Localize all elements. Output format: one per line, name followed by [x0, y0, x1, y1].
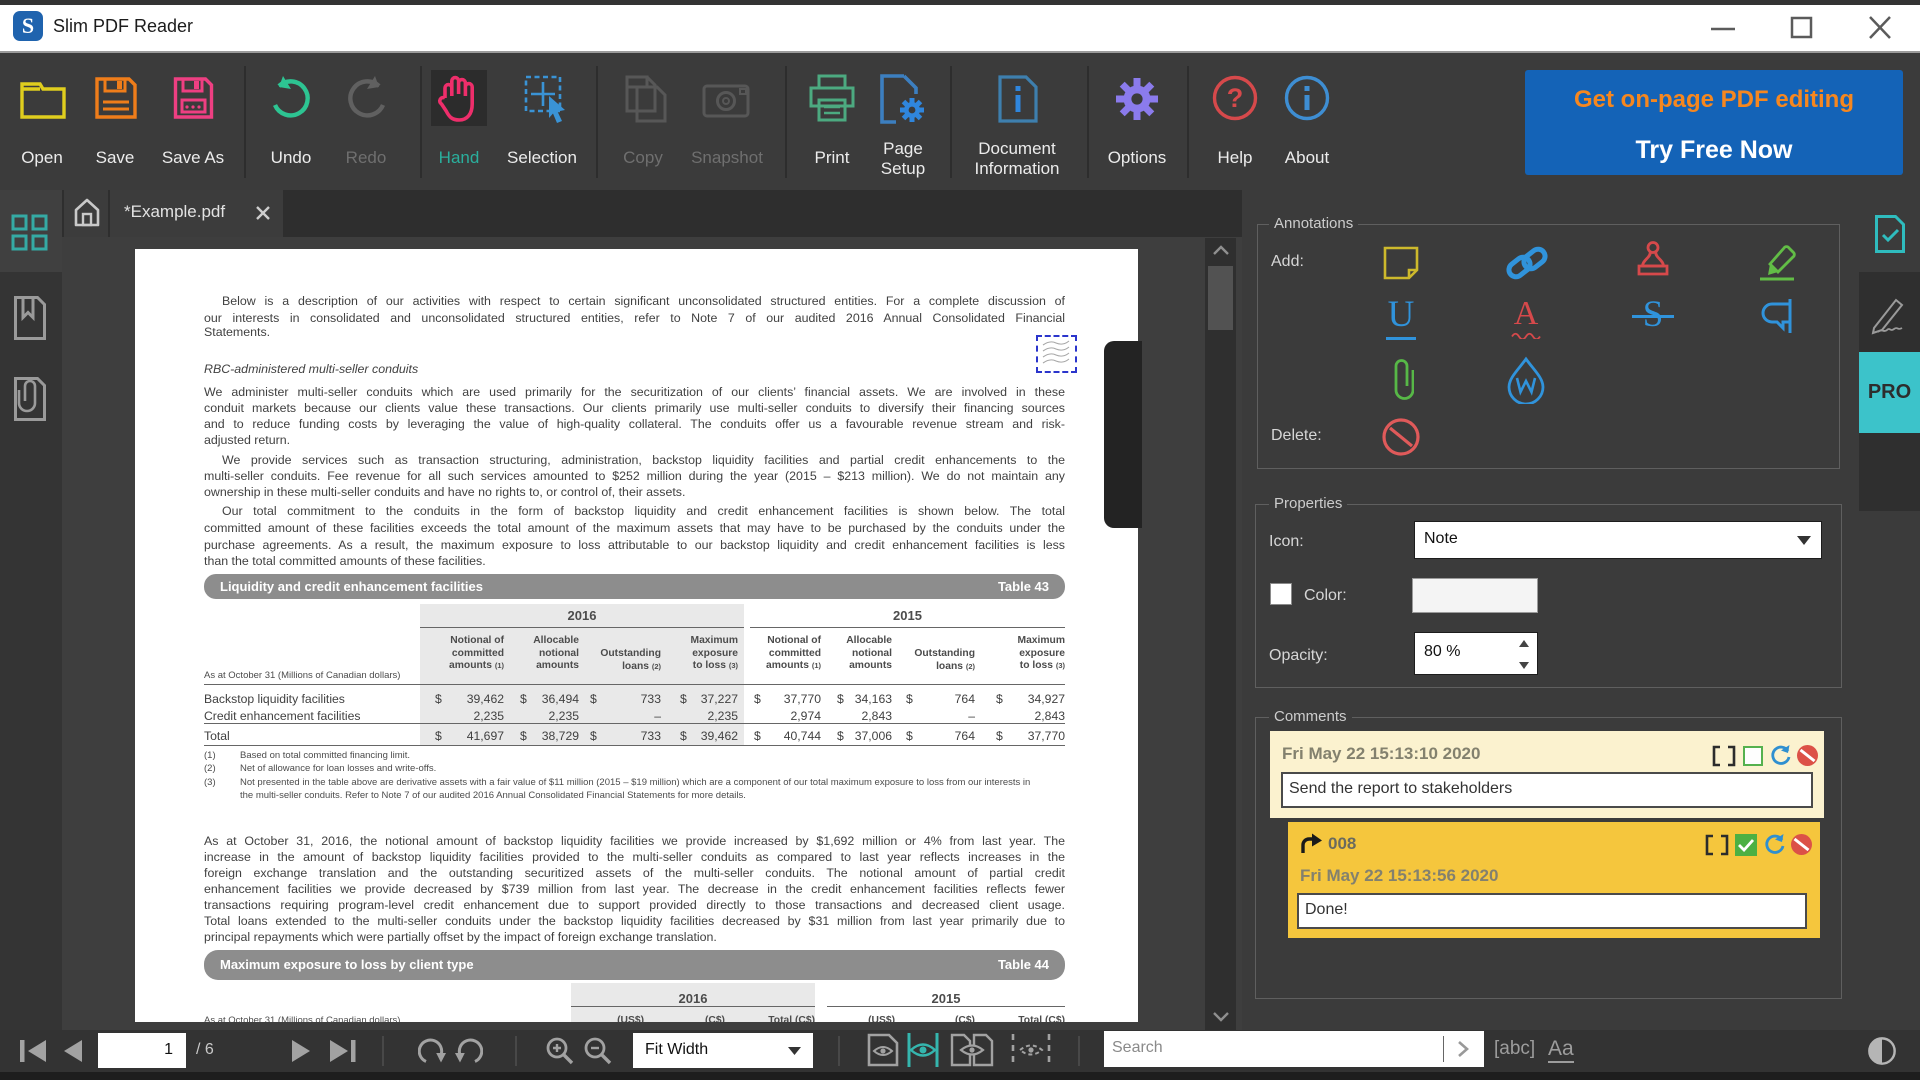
- svg-text:?: ?: [1227, 83, 1244, 113]
